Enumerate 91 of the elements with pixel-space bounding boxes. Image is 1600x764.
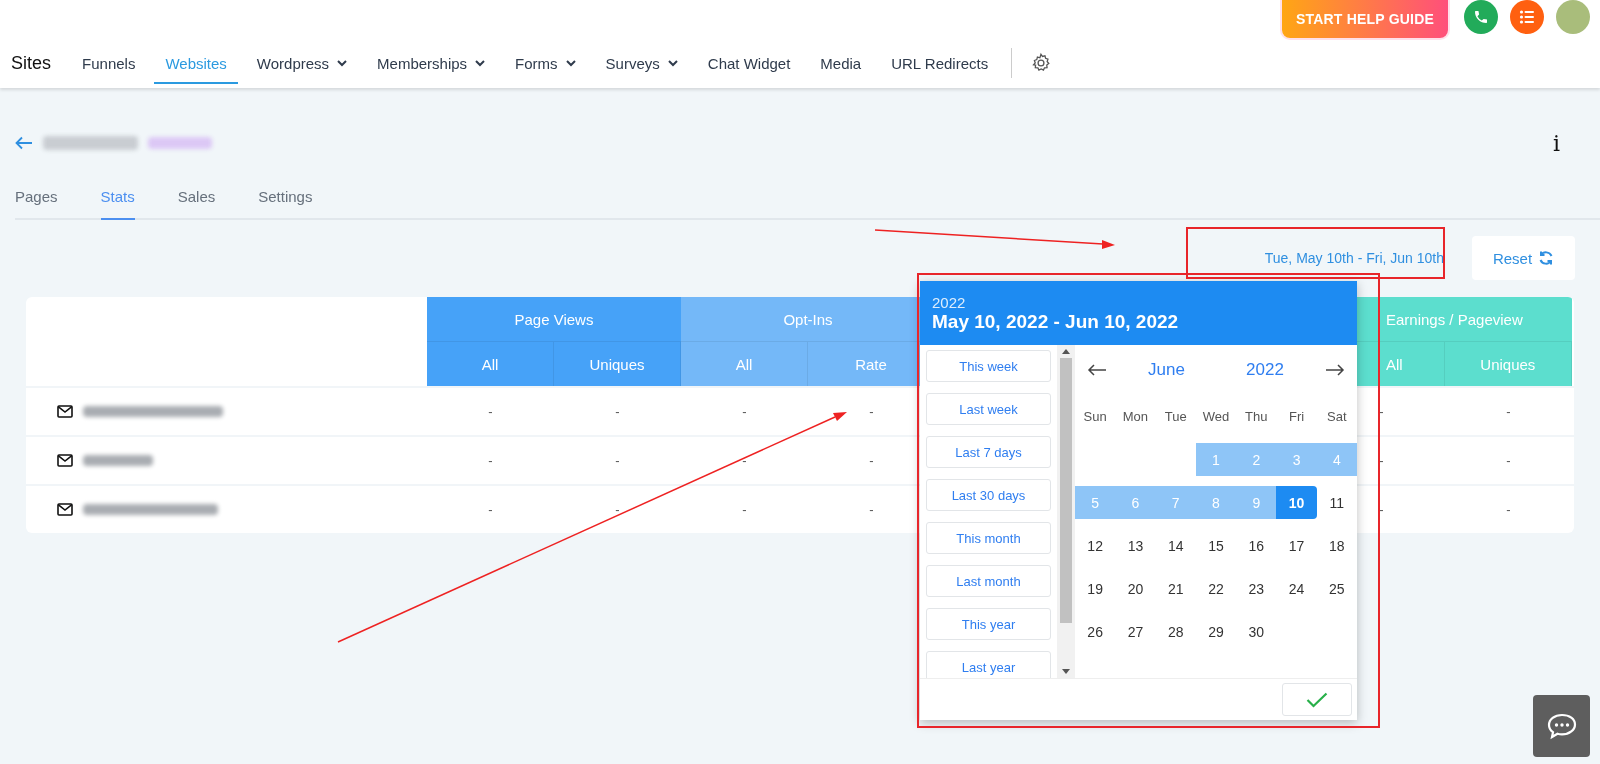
table-cell: - [869, 453, 874, 468]
column-header: All [681, 342, 808, 386]
calendar-day[interactable]: 24 [1276, 572, 1317, 605]
calendar-day[interactable]: 16 [1236, 529, 1277, 562]
table-cell: - [869, 404, 874, 419]
nav-item[interactable]: Funnels [71, 38, 147, 84]
table-cell: - [1506, 453, 1511, 468]
weekday-label: Sat [1326, 409, 1348, 424]
preset-button[interactable]: This week [926, 350, 1051, 382]
calendar-day[interactable]: 22 [1195, 572, 1237, 605]
column-header: All [427, 342, 554, 386]
calendar-day[interactable]: 30 [1236, 615, 1277, 648]
table-cell: - [615, 404, 620, 419]
calendar-day[interactable]: 14 [1155, 529, 1196, 562]
column-header: Uniques [554, 342, 681, 386]
table-cell: - [488, 502, 493, 517]
column-header: Uniques [1444, 342, 1572, 386]
calendar-day[interactable]: 12 [1075, 529, 1116, 562]
section-title: Sites [11, 52, 52, 74]
calendar-day[interactable]: 26 [1075, 615, 1116, 648]
table-cell: - [742, 502, 747, 517]
calendar-day[interactable]: 28 [1155, 615, 1196, 648]
preset-button[interactable]: This year [926, 608, 1051, 640]
nav-item[interactable]: Surveys [594, 38, 689, 84]
calendar-day[interactable]: 13 [1115, 529, 1156, 562]
calendar-day[interactable]: 23 [1236, 572, 1277, 605]
calendar-day[interactable]: 17 [1276, 529, 1317, 562]
preset-button[interactable]: Last year [926, 651, 1051, 678]
table-cell: - [1379, 453, 1384, 468]
refresh-icon [1538, 250, 1555, 266]
calendar-day[interactable]: 20 [1115, 572, 1156, 605]
weekday-label: Sun [1082, 409, 1108, 424]
calendar-day[interactable]: 25 [1316, 572, 1357, 605]
list-icon[interactable] [1510, 0, 1544, 34]
year-selector[interactable]: 2022 [1226, 360, 1304, 380]
nav-item[interactable]: Media [809, 38, 873, 84]
calendar-day[interactable]: 15 [1195, 529, 1237, 562]
nav-item[interactable]: URL Redirects [880, 38, 1000, 84]
tab[interactable]: Pages [15, 182, 58, 220]
tab[interactable]: Settings [258, 182, 313, 220]
back-arrow-icon[interactable] [15, 136, 33, 150]
scrollbar[interactable] [1057, 345, 1075, 678]
preset-button[interactable]: This month [926, 522, 1051, 554]
weekday-label: Tue [1163, 409, 1188, 424]
calendar-day[interactable]: 21 [1155, 572, 1196, 605]
reset-button[interactable]: Reset [1472, 236, 1575, 280]
nav-item[interactable]: Wordpress [245, 38, 359, 84]
calendar-day[interactable]: 19 [1075, 572, 1116, 605]
table-cell: - [742, 453, 747, 468]
table-cell: - [1506, 502, 1511, 517]
preset-button[interactable]: Last 7 days [926, 436, 1051, 468]
table-cell: - [488, 453, 493, 468]
calendar-day[interactable]: 11 [1316, 486, 1357, 519]
column-group-header: Page Views [427, 297, 681, 342]
weekday-label: Thu [1244, 409, 1269, 424]
envelope-icon [57, 503, 73, 516]
info-icon[interactable]: i [1552, 130, 1560, 156]
calendar-day[interactable]: 27 [1115, 615, 1156, 648]
checkmark-icon [1306, 691, 1328, 708]
nav-item[interactable]: Memberships [366, 38, 497, 84]
envelope-icon [57, 454, 73, 467]
preset-button[interactable]: Last 30 days [926, 479, 1051, 511]
envelope-icon [57, 405, 73, 418]
calendar-day[interactable]: 29 [1195, 615, 1237, 648]
picker-range: May 10, 2022 - Jun 10, 2022 [932, 310, 1180, 333]
redacted-badge [148, 137, 212, 149]
month-selector[interactable]: June [1128, 360, 1205, 380]
calendar-day[interactable]: 18 [1316, 529, 1357, 562]
preset-button[interactable]: Last month [926, 565, 1051, 597]
redacted-text [83, 455, 153, 466]
nav-item[interactable]: Forms [504, 38, 587, 84]
table-cell: - [1379, 404, 1384, 419]
weekday-label: Wed [1201, 409, 1231, 424]
table-cell: - [1379, 502, 1384, 517]
phone-icon[interactable] [1464, 0, 1498, 34]
weekday-label: Mon [1121, 409, 1150, 424]
table-cell: - [1506, 404, 1511, 419]
table-cell: - [615, 453, 620, 468]
table-cell: - [742, 404, 747, 419]
previous-month-icon[interactable] [1087, 364, 1107, 376]
scroll-down-icon[interactable] [1062, 669, 1070, 674]
scroll-up-icon[interactable] [1062, 349, 1070, 354]
chat-icon[interactable] [1533, 695, 1590, 757]
next-month-icon[interactable] [1325, 364, 1345, 376]
weekday-label: Fri [1287, 409, 1306, 424]
table-cell: - [488, 404, 493, 419]
nav-item[interactable]: Chat Widget [696, 38, 802, 84]
preset-button[interactable]: Last week [926, 393, 1051, 425]
table-cell: - [615, 502, 620, 517]
table-cell: - [869, 502, 874, 517]
tab[interactable]: Sales [177, 182, 216, 220]
